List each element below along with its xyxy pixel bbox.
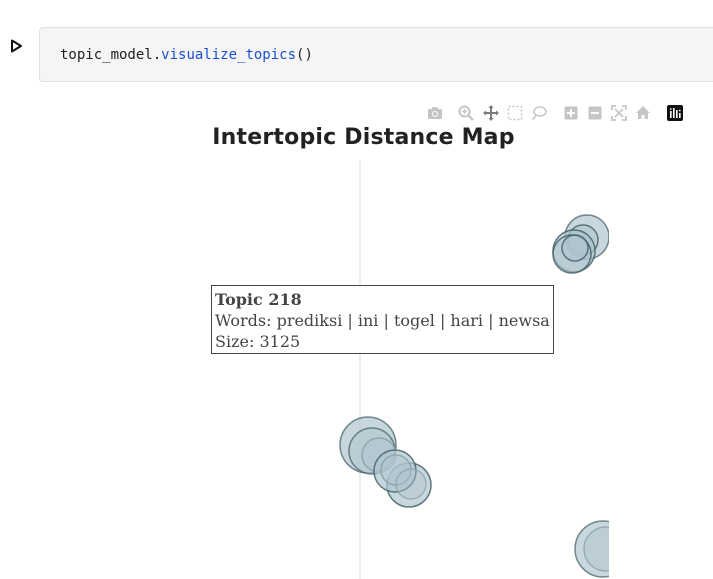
zoom-out-button[interactable] — [585, 103, 605, 123]
topic-hover-tooltip: Topic 218 Words: prediksi | ini | togel … — [211, 285, 554, 354]
lasso-select-icon — [531, 106, 547, 120]
reset-axes-button[interactable] — [633, 103, 653, 123]
zoom-out-icon — [588, 106, 602, 120]
zoom-icon — [458, 105, 474, 121]
lasso-select-button[interactable] — [529, 103, 549, 123]
download-plot-button[interactable] — [425, 103, 445, 123]
tooltip-size: Size: 3125 — [215, 332, 301, 351]
autoscale-icon — [611, 105, 627, 121]
plotly-logo-button[interactable] — [665, 103, 685, 123]
pan-button[interactable] — [481, 103, 501, 123]
plot-modebar — [424, 103, 694, 123]
box-select-icon — [507, 105, 523, 121]
zoom-in-button[interactable] — [561, 103, 581, 123]
tooltip-title: Topic 218 — [215, 290, 302, 309]
topic-bubble[interactable] — [583, 526, 628, 572]
bubbles-group — [339, 214, 628, 578]
plot-title: Intertopic Distance Map — [212, 125, 515, 150]
zoom-in-icon — [564, 106, 578, 120]
camera-icon — [428, 107, 442, 119]
autoscale-button[interactable] — [609, 103, 629, 123]
zoom-button[interactable] — [456, 103, 476, 123]
topic-bubble[interactable] — [561, 234, 589, 262]
tooltip-words: Words: prediksi | ini | togel | hari | n… — [215, 311, 550, 330]
reset-axes-icon — [636, 106, 650, 119]
plotly-logo-icon — [667, 105, 683, 121]
box-select-button[interactable] — [505, 103, 525, 123]
pan-icon — [483, 105, 499, 121]
topic-bubble[interactable] — [395, 468, 427, 500]
